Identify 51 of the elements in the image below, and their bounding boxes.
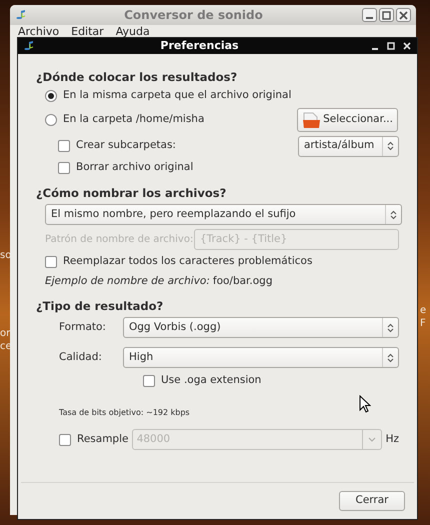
app-icon [23,40,35,52]
checkbox[interactable] [58,162,70,174]
quality-dropdown[interactable]: High [123,347,399,368]
example-value: foo/bar.ogg [212,274,273,290]
spinner-arrows-icon [390,210,397,220]
field-label: Formato: [59,320,106,335]
checkbox-label: Crear subcarpetas: [76,138,176,154]
section-heading: ¿Cómo nombrar los archivos? [36,186,228,200]
dialog-title: Preferencias [159,38,240,54]
section-heading: ¿Dónde colocar los resultados? [36,70,238,84]
checkbox[interactable] [59,434,71,446]
naming-dropdown[interactable]: El mismo nombre, pero reemplazando el sufijo [45,204,402,225]
checkbox-label: Borrar archivo original [76,160,194,176]
radio-button[interactable] [45,90,57,102]
radio-button[interactable] [45,114,57,126]
spinner-arrows-icon [387,141,394,151]
checkbox-label: Reemplazar todos los caracteres problemáticos [63,254,312,270]
field-label: Calidad: [59,350,102,365]
checkbox-label: Resample [77,432,128,447]
menu-item[interactable]: Editar [71,25,104,39]
spinner-arrows-icon [387,352,394,362]
close-button[interactable]: Cerrar [339,491,405,511]
app-icon [15,9,27,21]
menu-item[interactable]: Ayuda [116,25,150,39]
select-folder-button[interactable]: Seleccionar... [297,108,398,132]
subfolder-dropdown[interactable]: artista/álbum [298,136,399,156]
menu-item[interactable]: Archivo [18,25,60,39]
format-dropdown[interactable]: Ogg Vorbis (.ogg) [123,317,399,338]
section-heading: ¿Tipo de resultado? [36,299,164,313]
checkbox[interactable] [143,375,155,387]
close-button[interactable] [396,8,411,22]
minimize-icon [366,16,373,18]
background-text: or [0,328,10,340]
radio-label: En la carpeta /home/misha [63,112,204,128]
folder-icon [302,111,322,129]
background-text: e [420,305,426,317]
window-title: Conversor de sonido [123,7,264,24]
bitrate-text: Tasa de bits objetivo: ~192 kbps [59,408,190,418]
unit-label: Hz [386,432,399,447]
mouse-pointer-icon [359,395,371,413]
maximize-button[interactable] [379,8,394,22]
minimize-button[interactable] [362,8,377,22]
checkbox[interactable] [45,256,57,268]
radio-label: En la misma carpeta que el archivo original [63,88,292,104]
minimize-icon [372,48,378,50]
field-label: Patrón de nombre de archivo: [45,233,194,247]
example-label: Ejemplo de nombre de archivo: [45,274,210,290]
background-text: F [420,318,426,330]
checkbox[interactable] [58,140,70,152]
checkbox-label: Use .oga extension [161,373,262,388]
spinner-arrows-icon [387,322,394,332]
